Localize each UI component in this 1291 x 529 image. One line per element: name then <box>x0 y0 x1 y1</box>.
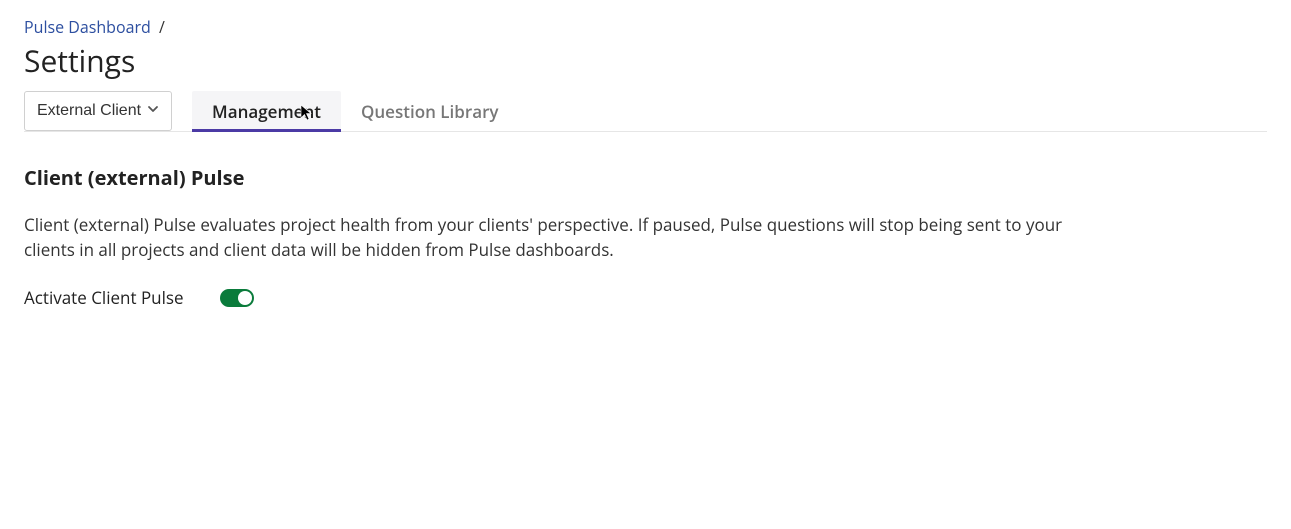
toggle-label: Activate Client Pulse <box>24 286 184 309</box>
section-description: Client (external) Pulse evaluates projec… <box>24 213 1094 262</box>
breadcrumb: Pulse Dashboard / <box>24 16 1267 38</box>
chevron-down-icon <box>147 102 159 120</box>
section-client-external-pulse: Client (external) Pulse Client (external… <box>24 132 1124 309</box>
tab-management[interactable]: Management <box>192 91 341 131</box>
tabs: Management Question Library <box>192 91 518 131</box>
section-title: Client (external) Pulse <box>24 164 1124 191</box>
activate-client-pulse-toggle[interactable] <box>220 289 254 307</box>
breadcrumb-parent-link[interactable]: Pulse Dashboard <box>24 16 151 38</box>
breadcrumb-separator: / <box>159 16 165 38</box>
toggle-knob <box>238 291 252 305</box>
tab-label: Management <box>212 100 321 123</box>
tab-question-library[interactable]: Question Library <box>341 91 519 131</box>
dropdown-selected-label: External Client <box>37 102 141 120</box>
client-type-dropdown[interactable]: External Client <box>24 91 172 131</box>
page-title: Settings <box>24 40 1267 81</box>
tab-label: Question Library <box>361 100 499 123</box>
topbar: External Client Management Question Libr… <box>24 91 1267 132</box>
activate-client-pulse-row: Activate Client Pulse <box>24 286 1124 309</box>
